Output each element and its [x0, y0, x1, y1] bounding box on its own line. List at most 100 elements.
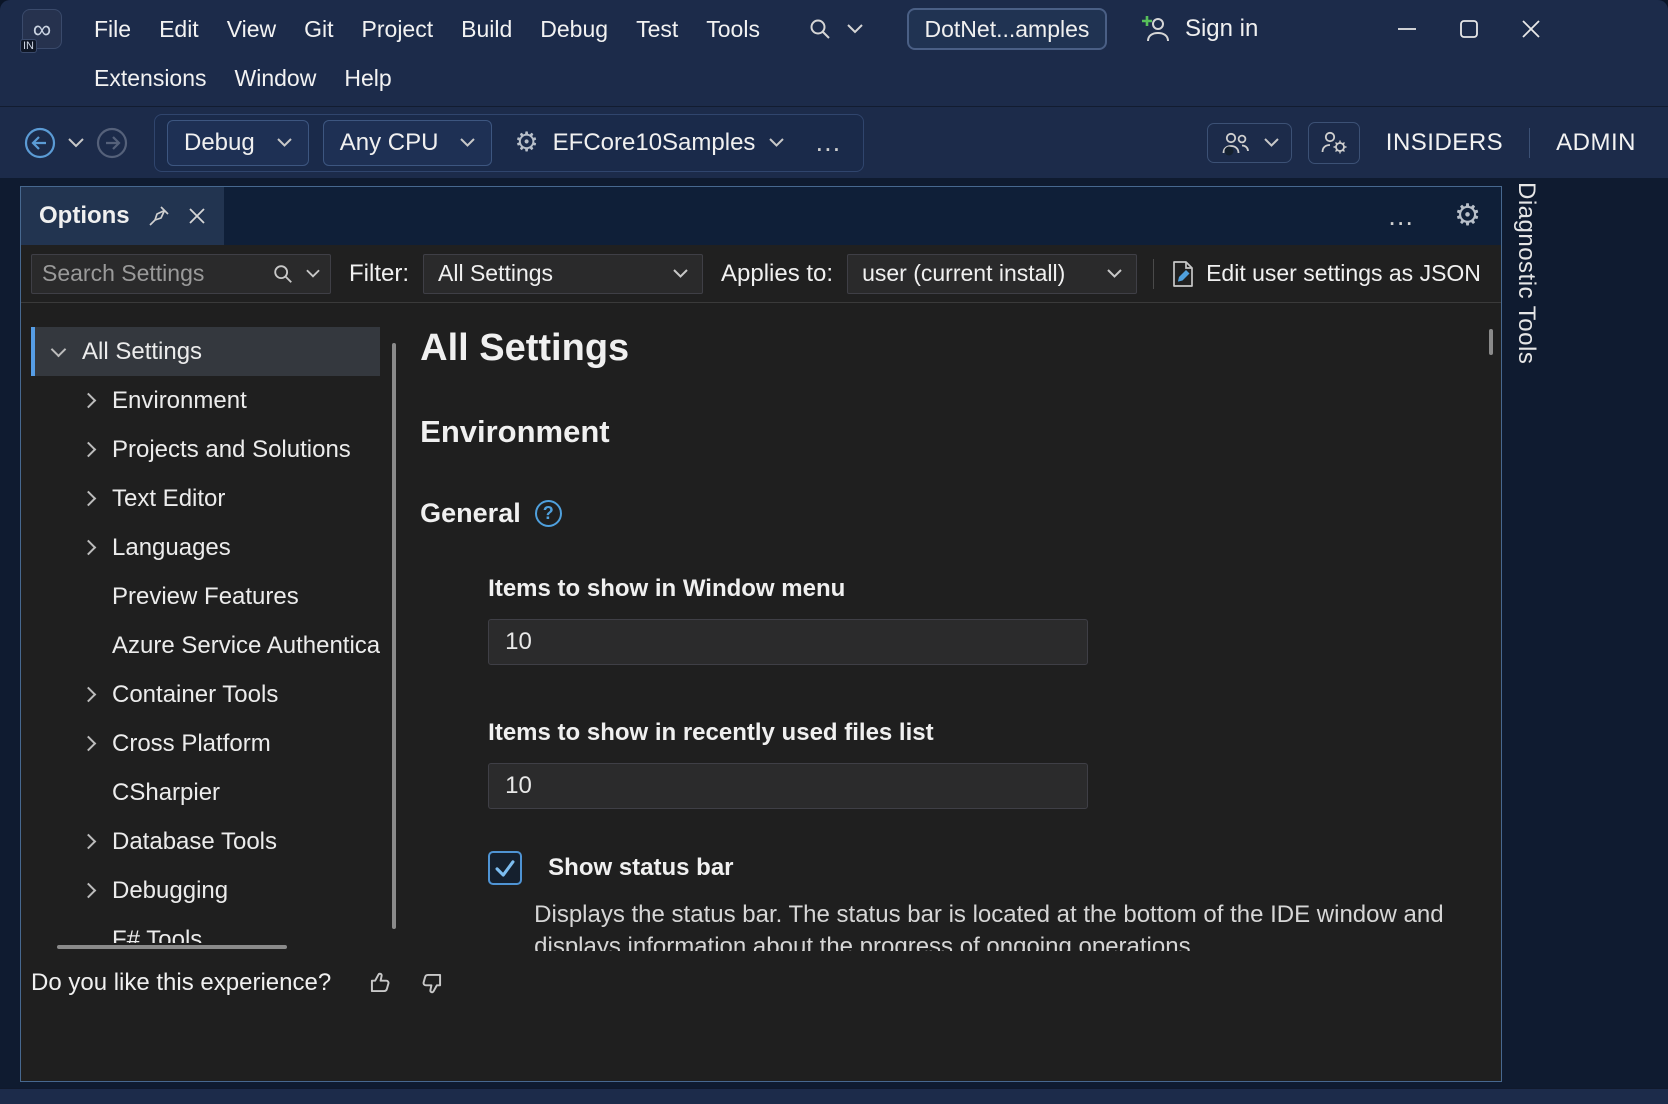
menu-item[interactable]: Debug	[526, 9, 622, 50]
platform-value: Any CPU	[340, 129, 439, 157]
help-icon[interactable]	[535, 500, 562, 527]
window-controls	[1376, 0, 1562, 58]
search-icon[interactable]	[272, 263, 294, 285]
menu-item[interactable]: View	[213, 9, 290, 50]
live-share-button[interactable]	[1207, 123, 1292, 163]
diagnostic-tools-label: Diagnostic Tools	[1513, 182, 1540, 364]
solution-platforms-dropdown[interactable]: Any CPU	[323, 120, 493, 166]
section-title: Environment	[420, 414, 1501, 450]
menu-item[interactable]: Extensions	[80, 58, 221, 99]
navigate-back-button[interactable]	[22, 125, 58, 161]
solution-configurations-dropdown[interactable]: Debug	[167, 120, 309, 166]
filter-dropdown[interactable]: All Settings	[423, 254, 703, 294]
applies-to-label: Applies to:	[721, 260, 833, 288]
applies-to-dropdown[interactable]: user (current install)	[847, 254, 1137, 294]
settings-search-box[interactable]	[31, 254, 331, 294]
feedback-question: Do you like this experience?	[31, 969, 331, 997]
tree-expander-chevron-icon	[51, 342, 67, 358]
tree-item[interactable]: Projects and Solutions	[31, 425, 380, 474]
maximize-button[interactable]	[1438, 0, 1500, 58]
tree-expander-chevron-icon	[81, 687, 97, 703]
tree-expander-chevron-icon	[81, 491, 97, 507]
tree-item[interactable]: Azure Service Authentica	[31, 621, 380, 670]
window-menu-items-input[interactable]	[488, 619, 1088, 665]
search-menu-button[interactable]	[800, 11, 871, 47]
user-gear-icon	[1319, 129, 1349, 157]
solution-search-box[interactable]: DotNet...amples	[907, 8, 1107, 50]
tree-item-label: Database Tools	[112, 828, 277, 856]
menu-item[interactable]: Build	[447, 9, 526, 50]
menu-item[interactable]: Help	[330, 58, 405, 99]
settings-search-input[interactable]	[42, 260, 260, 287]
thumbs-down-icon	[417, 968, 447, 998]
tree-item[interactable]: Text Editor	[31, 474, 380, 523]
settings-form: Items to show in Window menu Items to sh…	[488, 575, 1501, 951]
standard-toolbar: Debug Any CPU ⚙ EFCore10Samples … INS	[0, 106, 1668, 178]
tree-vertical-scrollbar[interactable]	[392, 343, 396, 929]
tree-item[interactable]: Debugging	[31, 866, 380, 915]
tool-window-settings-gear-icon[interactable]: ⚙	[1454, 201, 1481, 231]
tree-item-label: Cross Platform	[112, 730, 271, 758]
insiders-badge: INSIDERS	[1376, 129, 1513, 157]
navigate-forward-button[interactable]	[94, 125, 130, 161]
tree-expander-chevron-icon	[81, 834, 97, 850]
recent-files-items-input[interactable]	[488, 763, 1088, 809]
menu-item[interactable]: Edit	[145, 9, 213, 50]
tree-item-label: Projects and Solutions	[112, 436, 351, 464]
content-vertical-scrollbar[interactable]	[1489, 329, 1493, 355]
thumbs-up-button[interactable]	[365, 968, 395, 998]
options-tool-window: Options … ⚙ Filter: All Setting	[20, 186, 1502, 1082]
menu-bar-row2: ExtensionsWindowHelp	[80, 58, 406, 99]
tree-item[interactable]: Environment	[31, 376, 380, 425]
startup-projects-dropdown[interactable]: ⚙ EFCore10Samples	[506, 120, 792, 166]
pin-icon[interactable]	[148, 205, 170, 227]
tree-item[interactable]: Languages	[31, 523, 380, 572]
tree-item[interactable]: Cross Platform	[31, 719, 380, 768]
tab-options[interactable]: Options	[21, 187, 224, 245]
tree-item[interactable]: Container Tools	[31, 670, 380, 719]
thumbs-up-icon	[365, 968, 395, 998]
close-button[interactable]	[1500, 0, 1562, 58]
thumbs-down-button[interactable]	[417, 968, 447, 998]
show-status-bar-checkbox[interactable]	[488, 851, 522, 885]
tree-item[interactable]: All Settings	[31, 327, 380, 376]
navigate-back-dropdown[interactable]	[68, 138, 84, 148]
tool-window-overflow-button[interactable]: …	[1379, 201, 1424, 232]
options-tab-strip: Options … ⚙	[21, 187, 1501, 245]
toolbar-overflow-button[interactable]: …	[806, 127, 851, 158]
menu-item[interactable]: File	[80, 9, 145, 50]
menu-item[interactable]: Tools	[692, 9, 774, 50]
menu-item[interactable]: Test	[622, 9, 692, 50]
tree-item[interactable]: Preview Features	[31, 572, 380, 621]
menu-item[interactable]: Git	[290, 9, 347, 50]
tree-item[interactable]: Database Tools	[31, 817, 380, 866]
chevron-down-icon	[277, 138, 292, 147]
build-configuration-group: Debug Any CPU ⚙ EFCore10Samples …	[154, 114, 864, 172]
tree-expander-chevron-icon	[81, 442, 97, 458]
sign-in-label: Sign in	[1185, 15, 1258, 43]
tree-item-label: Azure Service Authentica	[112, 632, 380, 660]
menu-item[interactable]: Project	[348, 9, 448, 50]
startup-project-value: EFCore10Samples	[553, 129, 756, 157]
menu-bar: FileEditViewGitProjectBuildDebugTestTool…	[80, 9, 774, 50]
filter-label: Filter:	[349, 260, 409, 288]
tree-item-label: Debugging	[112, 877, 228, 905]
chevron-down-icon[interactable]	[306, 269, 320, 278]
sign-in-button[interactable]: Sign in	[1141, 14, 1258, 44]
menu-item[interactable]: Window	[221, 58, 331, 99]
feedback-bar: Do you like this experience?	[21, 951, 1501, 1015]
account-settings-button[interactable]	[1308, 122, 1360, 164]
divider	[1153, 259, 1154, 289]
tree-item[interactable]: F# Tools	[31, 915, 380, 943]
tree-horizontal-scrollbar[interactable]	[57, 945, 287, 949]
minimize-button[interactable]	[1376, 0, 1438, 58]
tab-diagnostic-tools[interactable]: Diagnostic Tools	[1512, 182, 1540, 364]
tree-expander-chevron-icon	[81, 883, 97, 899]
configuration-value: Debug	[184, 129, 255, 157]
tree-item[interactable]: CSharpier	[31, 768, 380, 817]
search-icon	[808, 17, 832, 41]
check-icon	[490, 851, 520, 885]
close-tab-icon[interactable]	[188, 207, 206, 225]
divider	[1529, 128, 1530, 158]
edit-settings-json-button[interactable]: Edit user settings as JSON	[1170, 260, 1481, 288]
